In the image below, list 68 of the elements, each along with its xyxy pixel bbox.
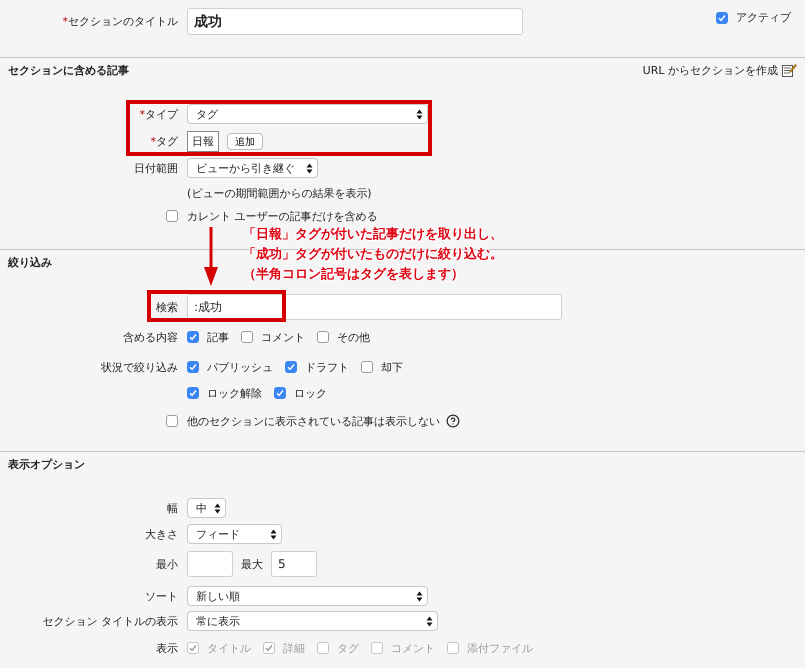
checkbox-label: コメント xyxy=(261,330,305,344)
field-label: 状況で絞り込み xyxy=(101,360,178,374)
checkbox-label: カレント ユーザーの記事だけを含める xyxy=(187,208,378,224)
updown-caret-icon xyxy=(426,616,433,626)
section-heading: 絞り込み xyxy=(8,254,52,270)
field-label: 幅 xyxy=(167,500,178,516)
field-label: 大きさ xyxy=(145,526,178,542)
section-heading: セクションに含める記事 xyxy=(8,62,129,78)
checkbox[interactable] xyxy=(241,331,253,343)
note-edit-icon xyxy=(782,63,797,77)
checkbox-label: 却下 xyxy=(381,360,403,374)
field-label: *タグ xyxy=(150,134,178,149)
min-input[interactable] xyxy=(187,551,233,577)
add-button[interactable]: 追加 xyxy=(227,133,263,150)
checkbox[interactable] xyxy=(166,210,178,222)
checkbox-label: 記事 xyxy=(207,330,229,344)
field-label: 日付範囲 xyxy=(134,160,178,176)
dropdown[interactable]: 中 xyxy=(187,498,226,518)
tag-chip: 日報 xyxy=(187,131,219,152)
checkbox-label: ドラフト xyxy=(305,360,349,374)
checkbox-label: 添付ファイル xyxy=(467,640,533,656)
max-input[interactable]: 5 xyxy=(271,551,317,577)
field-label: 検索 xyxy=(156,300,178,314)
checkbox-label: 詳細 xyxy=(283,640,305,656)
dropdown[interactable]: ビューから引き継ぐ xyxy=(187,158,318,178)
dropdown[interactable]: 常に表示 xyxy=(187,611,438,631)
field-label: *タイプ xyxy=(140,106,178,122)
updown-caret-icon xyxy=(306,162,313,174)
search-input[interactable]: :成功 xyxy=(187,294,562,320)
section-heading: 表示オプション xyxy=(8,456,85,472)
checkbox-label: ロック xyxy=(294,386,327,400)
checkbox[interactable] xyxy=(187,361,199,373)
checkbox[interactable] xyxy=(187,331,199,343)
field-label: 最小 xyxy=(156,556,178,572)
create-from-url-link[interactable]: URL からセクションを作成 xyxy=(642,62,778,78)
arrow xyxy=(203,227,219,287)
checkbox-label: コメント xyxy=(391,640,435,656)
dropdown[interactable]: フィード xyxy=(187,524,282,544)
note-text: (ビューの期間範囲からの結果を表示) xyxy=(187,186,372,200)
dropdown[interactable]: タグ xyxy=(187,104,428,124)
checkbox[interactable] xyxy=(716,12,728,24)
field-label: セクション タイトルの表示 xyxy=(42,614,178,628)
checkbox-label: その他 xyxy=(337,330,370,344)
updown-caret-icon xyxy=(214,502,221,514)
help-icon[interactable] xyxy=(446,414,460,428)
checkbox-label: タグ xyxy=(337,640,359,656)
checkbox[interactable] xyxy=(285,361,297,373)
field-label: 表示 xyxy=(156,640,178,656)
updown-caret-icon xyxy=(416,590,423,602)
checkbox[interactable] xyxy=(361,361,373,373)
updown-caret-icon xyxy=(416,108,423,120)
title-input[interactable]: 成功 xyxy=(187,8,523,35)
checkbox[interactable] xyxy=(166,415,178,427)
field-label: ソート xyxy=(145,588,178,604)
field-label: 含める内容 xyxy=(123,330,178,344)
field-label: 最大 xyxy=(241,556,263,572)
field-label: *セクションのタイトル xyxy=(62,14,178,29)
checkbox-label: パブリッシュ xyxy=(207,360,273,374)
callout-text: 「日報」タグが付いた記事だけを取り出し、 「成功」タグが付いたものだけに絞り込む。 （半角コロン記号はタグを表します） xyxy=(243,226,503,284)
checkbox[interactable] xyxy=(274,387,286,399)
checkbox-label: アクティブ xyxy=(736,10,791,25)
dropdown[interactable]: 新しい順 xyxy=(187,586,428,606)
checkbox[interactable] xyxy=(187,387,199,399)
checkbox[interactable] xyxy=(317,331,329,343)
checkbox-label: タイトル xyxy=(207,640,251,656)
checkbox-label: ロック解除 xyxy=(207,386,262,400)
updown-caret-icon xyxy=(270,528,277,540)
checkbox-label: 他のセクションに表示されている記事は表示しない xyxy=(187,414,440,428)
